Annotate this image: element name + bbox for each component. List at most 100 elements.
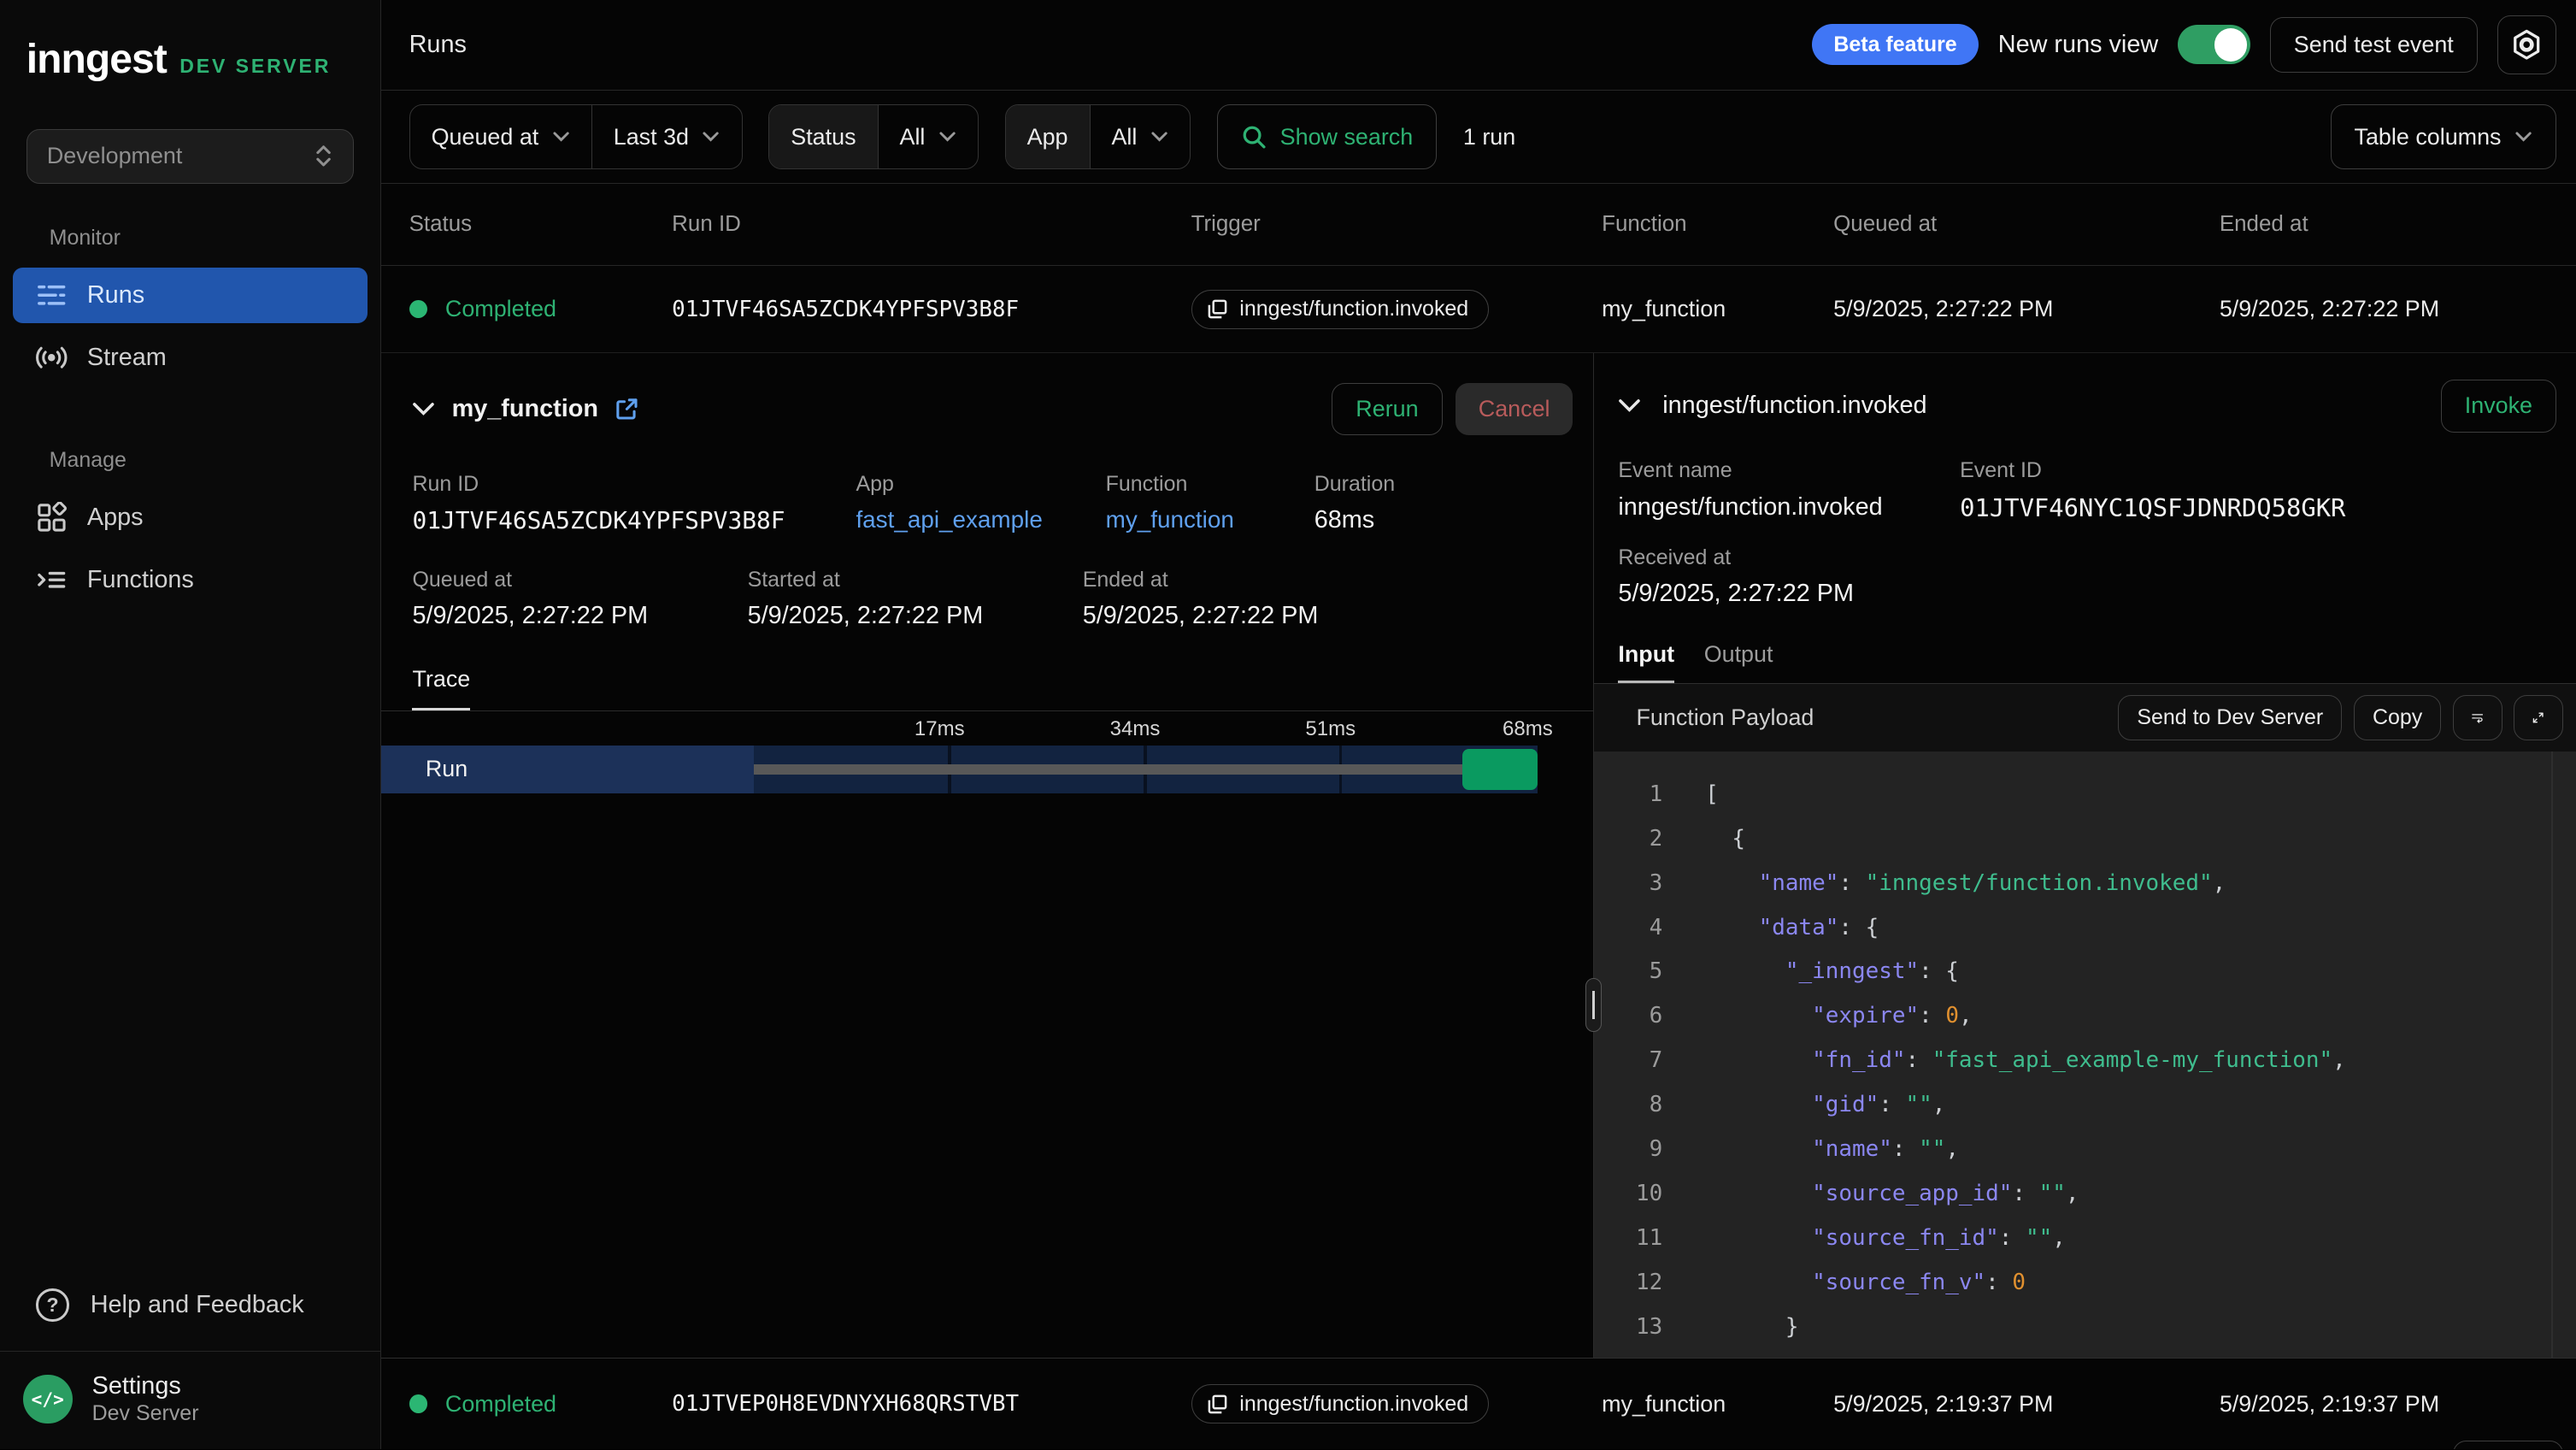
app-filter-dropdown[interactable]: All [1090, 105, 1190, 169]
code-line: 2 { [1623, 817, 2576, 862]
trace-timeline [754, 746, 1538, 793]
filter-bar: Queued at Last 3d Status All App All [381, 91, 2576, 185]
run-id: 01JTVEP0H8EVDNYXH68QRSTVBT [672, 1391, 1191, 1417]
event-name-label: Event name [1618, 458, 1960, 483]
function-link[interactable]: my_function [1106, 506, 1314, 533]
trace-tab-bar: Trace [381, 666, 1593, 710]
apps-icon [36, 502, 68, 533]
column-header-run-id: Run ID [672, 212, 1191, 237]
column-header-trigger: Trigger [1191, 212, 1603, 237]
payload-header: Function Payload Send to Dev Server Copy [1594, 684, 2576, 752]
settings-entry[interactable]: </> Settings Dev Server [0, 1351, 380, 1449]
time-field-dropdown[interactable]: Queued at [410, 105, 591, 169]
send-test-event-button[interactable]: Send test event [2270, 17, 2478, 73]
hex-settings-icon [2510, 28, 2543, 61]
word-wrap-button[interactable] [2453, 695, 2502, 741]
dev-server-settings-button[interactable] [2497, 15, 2556, 74]
queued-at-value: 5/9/2025, 2:27:22 PM [412, 602, 747, 630]
status-completed-icon [409, 300, 427, 318]
collapse-run-chevron-icon[interactable] [412, 402, 435, 416]
status-filter-dropdown[interactable]: All [878, 105, 978, 169]
code-line: 9 "name": "", [1623, 1128, 2576, 1172]
new-runs-view-label: New runs view [1998, 31, 2158, 59]
topbar: Runs Beta feature New runs view Send tes… [381, 0, 2576, 91]
functions-icon [36, 564, 68, 596]
toggle-knob [2214, 28, 2247, 61]
app-filter-label: App [1006, 105, 1090, 169]
sidebar-item-runs[interactable]: Runs [13, 268, 367, 323]
trace-run-row[interactable]: Run [381, 746, 1593, 793]
table-columns-button[interactable]: Table columns [2331, 104, 2556, 170]
help-icon: ? [36, 1288, 68, 1321]
code-line: 1[ [1623, 773, 2576, 817]
run-function: my_function [1602, 296, 1833, 322]
app-root: inngest DEV SERVER Development Monitor R… [0, 0, 2576, 1449]
table-row[interactable]: Completed 01JTVF46SA5ZCDK4YPFSPV3B8F inn… [381, 266, 2576, 353]
sidebar-item-functions-label: Functions [87, 566, 194, 594]
rerun-button[interactable]: Rerun [1332, 383, 1442, 436]
run-queued-at: 5/9/2025, 2:27:22 PM [1833, 296, 2220, 322]
ended-at-value: 5/9/2025, 2:27:22 PM [1083, 602, 1593, 630]
event-id-value: 01JTVF46NYC1QSFJDNRDQ58GKR [1960, 493, 2576, 522]
show-search-label: Show search [1280, 124, 1414, 150]
run-id-value: 01JTVF46SA5ZCDK4YPFSPV3B8F [412, 506, 856, 534]
environment-select[interactable]: Development [26, 129, 354, 183]
beta-feature-badge: Beta feature [1812, 24, 1978, 65]
started-at-value: 5/9/2025, 2:27:22 PM [748, 602, 1083, 630]
tab-trace[interactable]: Trace [412, 666, 470, 710]
chevron-down-icon [938, 131, 956, 142]
payload-code[interactable]: 1[2 {3 "name": "inngest/function.invoked… [1594, 752, 2576, 1358]
tick-label: 68ms [1503, 717, 1553, 741]
run-count: 1 run [1463, 124, 1515, 150]
trigger-pill[interactable]: inngest/function.invoked [1191, 1384, 1490, 1423]
app-link[interactable]: fast_api_example [856, 506, 1105, 533]
sidebar-item-apps-label: Apps [87, 504, 144, 532]
time-range-dropdown[interactable]: Last 3d [591, 105, 742, 169]
column-header-ended-at: Ended at [2220, 212, 2556, 237]
code-line: 4 "data": { [1623, 906, 2576, 951]
table-row[interactable]: Completed 01JTVEP0H8EVDNYXH68QRSTVBT inn… [381, 1358, 2576, 1450]
tick-label: 34ms [1110, 717, 1161, 741]
sidebar-item-functions[interactable]: Functions [13, 551, 367, 607]
code-line: 10 "source_app_id": "", [1623, 1172, 2576, 1217]
run-status: Completed [445, 1391, 556, 1418]
nav-section-monitor: Monitor [50, 226, 380, 251]
panel-resize-handle[interactable] [1585, 978, 1602, 1032]
logo-wordmark: inngest [26, 36, 167, 83]
send-to-dev-server-button[interactable]: Send to Dev Server [2118, 695, 2342, 741]
started-at-label: Started at [748, 568, 1083, 592]
trace-queue-bar [754, 764, 1461, 775]
copy-button[interactable]: Copy [2354, 695, 2442, 741]
trace-time-axis: 17ms 34ms 51ms 68ms [754, 711, 1538, 746]
collapse-event-chevron-icon[interactable] [1618, 398, 1641, 413]
external-link-icon[interactable] [615, 397, 639, 421]
invoke-button[interactable]: Invoke [2441, 380, 2556, 433]
expand-payload-button[interactable] [2514, 695, 2563, 741]
code-line: 3 "name": "inngest/function.invoked", [1623, 862, 2576, 906]
run-id-label: Run ID [412, 472, 856, 497]
event-id-label: Event ID [1960, 458, 2576, 483]
logo-dev-server-label: DEV SERVER [179, 55, 331, 78]
tab-input[interactable]: Input [1618, 641, 1674, 683]
show-search-button[interactable]: Show search [1217, 104, 1437, 170]
run-id: 01JTVF46SA5ZCDK4YPFSPV3B8F [672, 297, 1191, 322]
code-line: 6 "expire": 0, [1623, 994, 2576, 1039]
settings-subtitle: Dev Server [92, 1401, 199, 1426]
runs-icon [36, 280, 68, 311]
status-filter: Status All [768, 104, 979, 170]
new-runs-view-toggle[interactable] [2178, 25, 2250, 64]
chevron-down-icon [2514, 131, 2532, 142]
sidebar-item-stream-label: Stream [87, 344, 167, 372]
run-detail-title: my_function [452, 395, 598, 423]
help-and-feedback[interactable]: ? Help and Feedback [0, 1263, 380, 1352]
tab-output[interactable]: Output [1704, 641, 1773, 683]
code-scrollbar-track [2551, 752, 2553, 1358]
cancel-button[interactable]: Cancel [1456, 383, 1573, 436]
code-line: 7 "fn_id": "fast_api_example-my_function… [1623, 1039, 2576, 1083]
trigger-name: inngest/function.invoked [1239, 297, 1468, 321]
partially-visible-button[interactable] [2453, 1441, 2563, 1450]
duration-label: Duration [1314, 472, 1593, 497]
sidebar-item-stream[interactable]: Stream [13, 330, 367, 386]
sidebar-item-apps[interactable]: Apps [13, 489, 367, 545]
trigger-pill[interactable]: inngest/function.invoked [1191, 290, 1490, 329]
